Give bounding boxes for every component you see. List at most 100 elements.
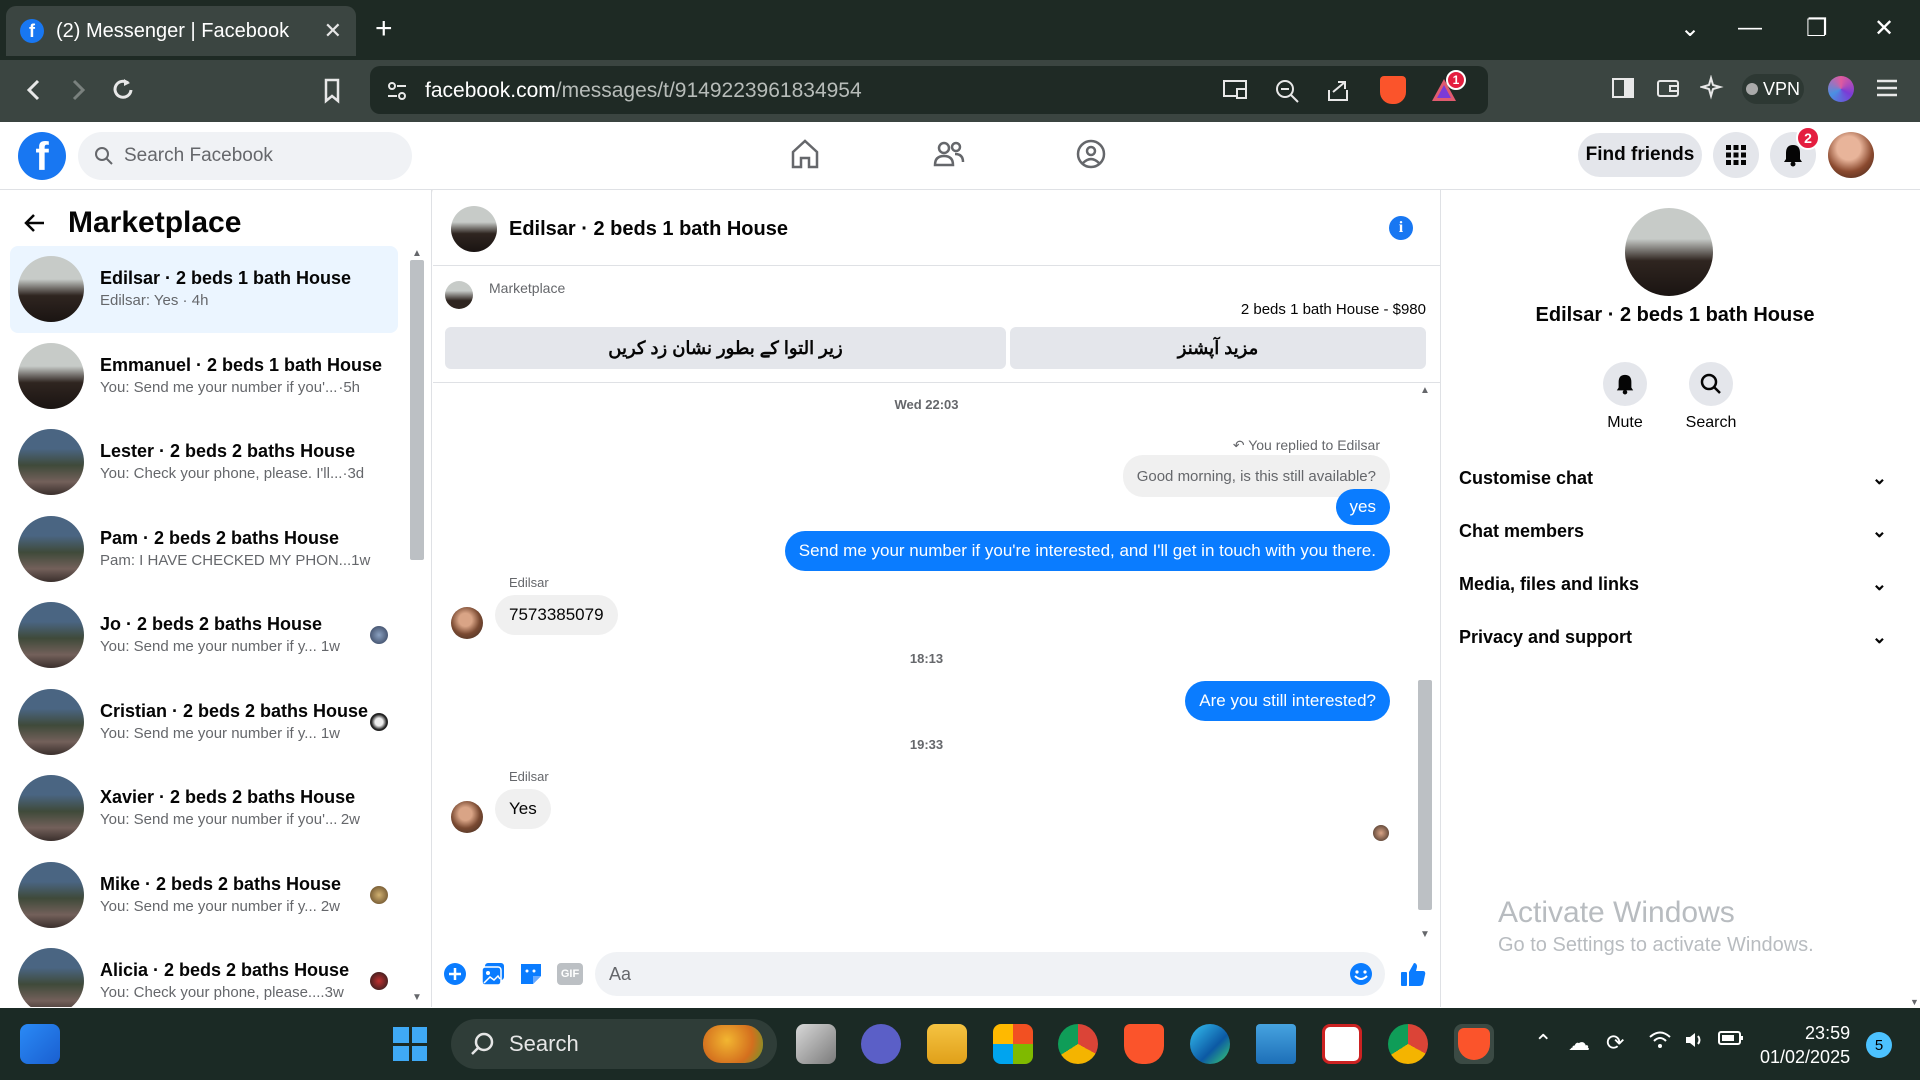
menu-icon[interactable] (1874, 75, 1900, 101)
facebook-logo-icon[interactable]: f (18, 132, 66, 180)
conversation-item[interactable]: Pam · 2 beds 2 baths House Pam: I HAVE C… (10, 506, 398, 593)
sticker-icon[interactable] (519, 962, 543, 986)
file-explorer-icon[interactable] (927, 1024, 967, 1064)
microsoft-store-icon[interactable] (993, 1024, 1033, 1064)
incoming-message[interactable]: 7573385079 (495, 595, 618, 635)
emoji-icon[interactable] (1349, 962, 1373, 986)
account-avatar[interactable] (1828, 132, 1874, 178)
thread-scrollbar[interactable]: ▲ ▼ (1415, 385, 1435, 940)
scroll-up-icon[interactable]: ▲ (1420, 385, 1430, 396)
notification-center-badge[interactable]: 5 (1866, 1032, 1892, 1058)
home-icon[interactable] (790, 138, 820, 170)
chrome-icon[interactable] (1058, 1024, 1098, 1064)
tab-list-chevron-icon[interactable]: ⌄ (1680, 14, 1700, 43)
conversation-item[interactable]: Cristian · 2 beds 2 baths House You: Sen… (10, 679, 398, 766)
close-tab-icon[interactable]: ✕ (324, 18, 342, 44)
minimize-icon[interactable]: — (1738, 14, 1762, 42)
snipping-tool-icon[interactable] (1322, 1024, 1362, 1064)
vpn-button[interactable]: VPN (1742, 74, 1804, 104)
brave-rewards-icon[interactable]: 1 (1430, 70, 1466, 104)
plus-icon[interactable] (443, 962, 467, 986)
groups-icon[interactable] (1075, 138, 1107, 170)
sender-avatar[interactable] (451, 607, 483, 639)
outgoing-message[interactable]: Are you still interested? (1185, 681, 1390, 721)
conversation-item[interactable]: Alicia · 2 beds 2 baths House You: Check… (10, 938, 398, 1007)
battery-icon[interactable] (1718, 1030, 1744, 1046)
like-thumb-icon[interactable] (1399, 960, 1427, 988)
outgoing-message[interactable]: yes (1335, 489, 1390, 525)
edge-icon[interactable] (1190, 1024, 1230, 1064)
conversation-item[interactable]: Jo · 2 beds 2 baths House You: Send me y… (10, 592, 398, 679)
notepad-icon[interactable] (1256, 1024, 1296, 1064)
brave-icon[interactable] (1124, 1024, 1164, 1064)
chat-members-row[interactable]: Chat members ⌄ (1459, 511, 1887, 551)
sidebar-toggle-icon[interactable] (1610, 75, 1636, 101)
privacy-support-row[interactable]: Privacy and support ⌄ (1459, 617, 1887, 657)
contact-avatar[interactable] (1625, 208, 1713, 296)
sync-icon[interactable]: ⟳ (1606, 1030, 1624, 1056)
message-input[interactable]: Aa (595, 952, 1385, 996)
profile-icon[interactable] (1828, 76, 1854, 102)
outgoing-message[interactable]: Send me your number if you're interested… (784, 531, 1390, 571)
onedrive-cloud-icon[interactable]: ☁ (1568, 1030, 1590, 1056)
reload-icon[interactable] (110, 75, 136, 105)
page-scrollbar[interactable]: ▼ (1908, 190, 1920, 1007)
wifi-icon[interactable] (1648, 1030, 1672, 1050)
address-bar[interactable]: facebook.com/messages/t/9149223961834954… (370, 66, 1488, 114)
friends-icon[interactable] (932, 138, 966, 170)
gif-icon[interactable]: GIF (557, 963, 583, 985)
incoming-message[interactable]: Yes (495, 789, 551, 829)
task-view-icon[interactable] (796, 1024, 836, 1064)
system-clock[interactable]: 23:59 01/02/2025 (1760, 1021, 1850, 1069)
taskbar-search-input[interactable]: Search (451, 1019, 777, 1069)
mark-pending-button[interactable]: زیر التوا کے بطور نشان زد کریں (445, 327, 1006, 369)
show-hidden-icons-chevron-icon[interactable]: ⌃ (1534, 1030, 1552, 1056)
info-icon[interactable]: i (1389, 216, 1413, 240)
bookmark-icon[interactable] (322, 75, 342, 105)
find-friends-button[interactable]: Find friends (1578, 133, 1702, 177)
customise-chat-row[interactable]: Customise chat ⌄ (1459, 458, 1887, 498)
teams-meet-icon[interactable] (861, 1024, 901, 1064)
media-files-links-row[interactable]: Media, files and links ⌄ (1459, 564, 1887, 604)
scroll-down-icon[interactable]: ▼ (412, 992, 422, 1003)
brave-shields-icon[interactable] (1380, 76, 1406, 104)
more-options-button[interactable]: مزید آپشنز (1010, 327, 1426, 369)
mute-button[interactable]: Mute (1580, 362, 1670, 432)
close-window-icon[interactable]: ✕ (1874, 14, 1894, 43)
sender-avatar[interactable] (451, 801, 483, 833)
notifications-bell-icon[interactable]: 2 (1770, 126, 1820, 178)
browser-tab[interactable]: f (2) Messenger | Facebook ✕ (6, 6, 356, 56)
zoom-out-icon[interactable] (1274, 78, 1300, 104)
wallet-icon[interactable] (1655, 75, 1681, 101)
cast-icon[interactable] (1222, 78, 1248, 102)
start-button-icon[interactable] (390, 1024, 430, 1064)
conversation-item[interactable]: Mike · 2 beds 2 baths House You: Send me… (10, 852, 398, 939)
scrollbar-thumb[interactable] (1418, 680, 1432, 910)
chat-avatar[interactable] (451, 206, 497, 252)
scrollbar-thumb[interactable] (410, 260, 424, 560)
conversation-item[interactable]: Lester · 2 beds 2 baths House You: Check… (10, 419, 398, 506)
facebook-search-input[interactable]: Search Facebook (78, 132, 412, 180)
back-arrow-icon[interactable] (24, 212, 46, 234)
scroll-up-icon[interactable]: ▲ (412, 248, 422, 259)
conversation-item[interactable]: Edilsar · 2 beds 1 bath House Edilsar: Y… (10, 246, 398, 333)
chrome-profile-icon[interactable] (1388, 1024, 1428, 1064)
share-icon[interactable] (1325, 78, 1351, 104)
scroll-down-icon[interactable]: ▼ (1910, 997, 1919, 1007)
new-tab-icon[interactable]: + (375, 14, 393, 44)
listing-thumbnail[interactable] (445, 281, 473, 309)
photo-icon[interactable] (481, 962, 505, 986)
brave-active-icon[interactable] (1454, 1024, 1494, 1064)
forward-icon[interactable] (68, 75, 88, 105)
conversation-list-scrollbar[interactable]: ▲ ▼ (408, 248, 426, 1003)
conversation-item[interactable]: Emmanuel · 2 beds 1 bath House You: Send… (10, 333, 398, 420)
scroll-down-icon[interactable]: ▼ (1420, 929, 1430, 940)
volume-icon[interactable] (1684, 1030, 1706, 1050)
search-in-chat-button[interactable]: Search (1666, 362, 1756, 432)
menu-grid-icon[interactable] (1713, 132, 1759, 178)
restore-icon[interactable]: ❐ (1806, 14, 1828, 43)
back-icon[interactable] (24, 75, 44, 105)
site-settings-icon[interactable] (386, 80, 408, 102)
chat-title[interactable]: Edilsar · 2 beds 1 bath House (509, 218, 788, 241)
leo-ai-icon[interactable] (1700, 75, 1726, 101)
